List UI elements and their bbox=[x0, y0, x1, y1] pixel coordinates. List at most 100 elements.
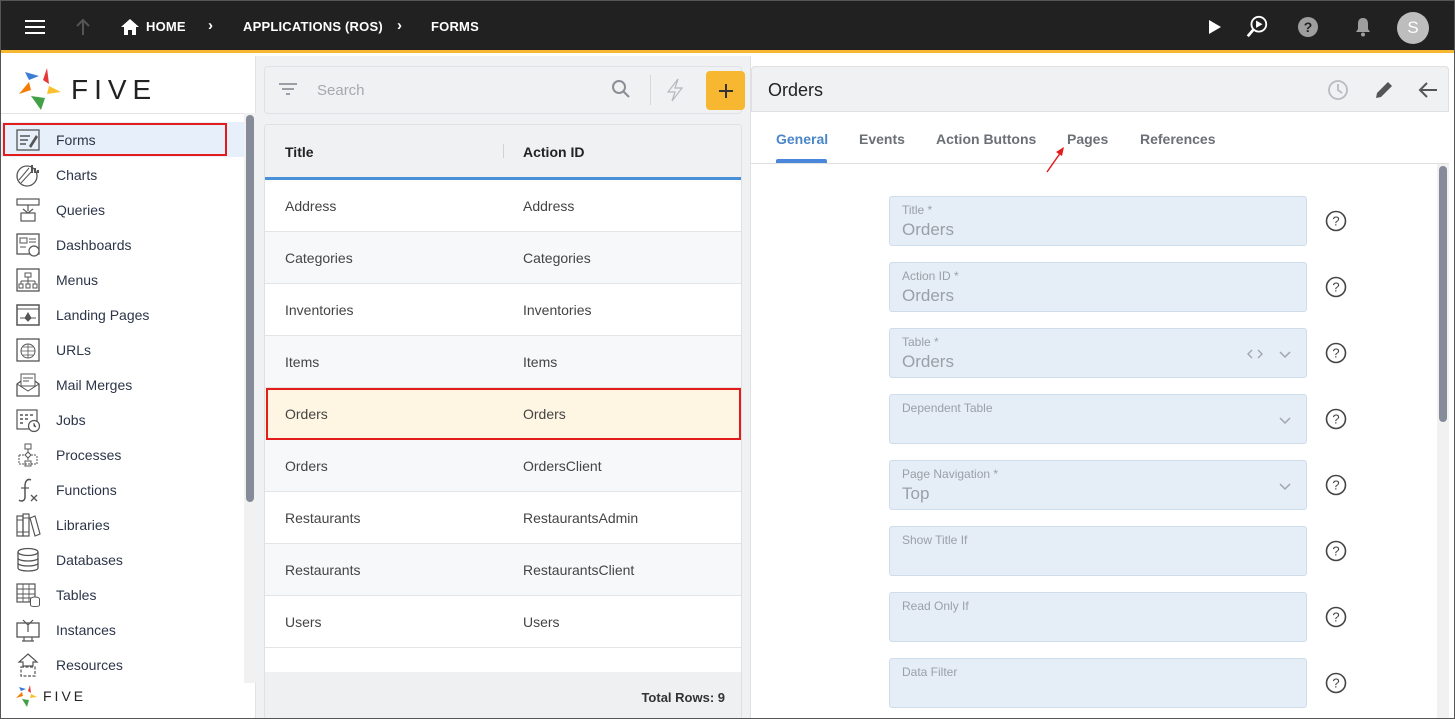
svg-text:?: ? bbox=[1332, 280, 1339, 295]
resources-icon bbox=[15, 652, 41, 678]
detail-title: Orders bbox=[768, 80, 824, 100]
table-row[interactable]: Address Address bbox=[265, 180, 741, 232]
breadcrumb-forms[interactable]: FORMS bbox=[431, 19, 479, 34]
back-arrow-icon[interactable] bbox=[1416, 78, 1440, 102]
sidebar-item-urls[interactable]: URLs bbox=[1, 332, 244, 367]
sidebar-item-mail-merges[interactable]: Mail Merges bbox=[1, 367, 244, 402]
sidebar-item-label: Queries bbox=[56, 202, 106, 218]
tab-references[interactable]: References bbox=[1140, 131, 1216, 147]
breadcrumb-home[interactable]: HOME bbox=[146, 19, 186, 34]
code-brackets-icon[interactable] bbox=[1246, 347, 1264, 361]
tab-pages[interactable]: Pages bbox=[1067, 131, 1108, 147]
user-avatar[interactable]: S bbox=[1397, 12, 1429, 44]
table-row[interactable]: Restaurants RestaurantsAdmin bbox=[265, 492, 741, 544]
scrollbar-thumb[interactable] bbox=[246, 115, 254, 502]
read-only-if-field[interactable]: Read Only If bbox=[889, 592, 1307, 642]
lightning-icon[interactable] bbox=[665, 78, 687, 104]
tab-general[interactable]: General bbox=[776, 131, 828, 147]
cell-title: Address bbox=[285, 198, 337, 214]
add-button[interactable] bbox=[706, 71, 745, 110]
data-filter-field[interactable]: Data Filter bbox=[889, 658, 1307, 708]
sidebar-item-label: Processes bbox=[56, 447, 122, 463]
sidebar-item-databases[interactable]: Databases bbox=[1, 542, 244, 577]
field-label: Show Title If bbox=[902, 533, 968, 547]
forms-icon bbox=[15, 127, 41, 153]
sidebar-item-queries[interactable]: Queries bbox=[1, 192, 244, 227]
chevron-down-icon[interactable] bbox=[1278, 413, 1292, 427]
help-icon[interactable]: ? bbox=[1325, 474, 1347, 496]
help-icon[interactable]: ? bbox=[1325, 672, 1347, 694]
help-icon[interactable]: ? bbox=[1325, 276, 1347, 298]
sidebar-item-tables[interactable]: Tables bbox=[1, 577, 244, 612]
search-icon[interactable] bbox=[611, 79, 633, 101]
scrollbar-thumb[interactable] bbox=[1439, 166, 1447, 422]
help-icon[interactable]: ? bbox=[1325, 408, 1347, 430]
sidebar-item-label: Landing Pages bbox=[56, 307, 150, 323]
page-navigation-field[interactable]: Page Navigation * Top bbox=[889, 460, 1307, 510]
svg-text:?: ? bbox=[1332, 610, 1339, 625]
field-label: Title * bbox=[902, 203, 933, 217]
field-value: Top bbox=[902, 484, 930, 503]
dependent-table-field[interactable]: Dependent Table bbox=[889, 394, 1307, 444]
tab-action-buttons[interactable]: Action Buttons bbox=[936, 131, 1036, 147]
edit-pencil-icon[interactable] bbox=[1372, 78, 1396, 102]
table-row[interactable]: Orders Orders bbox=[265, 388, 741, 440]
show-title-if-field[interactable]: Show Title If bbox=[889, 526, 1307, 576]
filter-icon[interactable] bbox=[279, 82, 299, 98]
sidebar-item-libraries[interactable]: Libraries bbox=[1, 507, 244, 542]
detail-scrollbar[interactable] bbox=[1437, 164, 1449, 718]
landing-pages-icon bbox=[15, 302, 41, 328]
play-icon[interactable] bbox=[1203, 15, 1227, 39]
action-id-field[interactable]: Action ID * Orders bbox=[889, 262, 1307, 312]
help-icon[interactable]: ? bbox=[1325, 342, 1347, 364]
sidebar-item-jobs[interactable]: Jobs bbox=[1, 402, 244, 437]
notifications-bell-icon[interactable] bbox=[1351, 15, 1375, 39]
search-input[interactable] bbox=[317, 80, 597, 100]
five-logo-small: FIVE bbox=[15, 683, 105, 709]
table-row[interactable]: Items Items bbox=[265, 336, 741, 388]
history-clock-icon[interactable] bbox=[1326, 78, 1350, 102]
sidebar-item-forms[interactable]: Forms bbox=[1, 122, 244, 157]
sidebar-item-dashboards[interactable]: Dashboards bbox=[1, 227, 244, 262]
tab-events[interactable]: Events bbox=[859, 131, 905, 147]
column-separator[interactable] bbox=[503, 144, 504, 158]
column-header-title[interactable]: Title bbox=[285, 144, 314, 160]
sidebar-item-landing-pages[interactable]: Landing Pages bbox=[1, 297, 244, 332]
help-icon[interactable]: ? bbox=[1325, 540, 1347, 562]
grid-header: Title Action ID bbox=[265, 125, 741, 180]
help-icon[interactable]: ? bbox=[1325, 606, 1347, 628]
table-row[interactable]: Restaurants RestaurantsClient bbox=[265, 544, 741, 596]
field-label: Read Only If bbox=[902, 599, 969, 613]
forms-grid: Title Action ID Address Address Categories… bbox=[264, 124, 742, 718]
sidebar-item-resources[interactable]: Resources bbox=[1, 647, 244, 682]
sidebar-item-charts[interactable]: Charts bbox=[1, 157, 244, 192]
table-row[interactable]: Users Users bbox=[265, 596, 741, 648]
svg-text:?: ? bbox=[1332, 544, 1339, 559]
help-icon[interactable]: ? bbox=[1325, 210, 1347, 232]
sidebar-scrollbar[interactable] bbox=[244, 113, 256, 683]
table-row[interactable]: Orders OrdersClient bbox=[265, 440, 741, 492]
sidebar-item-menus[interactable]: Menus bbox=[1, 262, 244, 297]
chevron-down-icon[interactable] bbox=[1278, 479, 1292, 493]
total-rows: Total Rows: 9 bbox=[641, 690, 725, 705]
table-field[interactable]: Table * Orders bbox=[889, 328, 1307, 378]
sidebar-item-label: Forms bbox=[56, 132, 96, 148]
table-row[interactable]: Categories Categories bbox=[265, 232, 741, 284]
sidebar-item-instances[interactable]: Instances bbox=[1, 612, 244, 647]
breadcrumb-applications[interactable]: APPLICATIONS (ROS) bbox=[243, 19, 383, 34]
help-icon[interactable]: ? bbox=[1296, 15, 1320, 39]
forms-list-panel: Title Action ID Address Address Categories… bbox=[256, 56, 750, 718]
table-row[interactable]: Inventories Inventories bbox=[265, 284, 741, 336]
home-icon[interactable] bbox=[118, 15, 142, 39]
chevron-down-icon[interactable] bbox=[1278, 347, 1292, 361]
sidebar-item-processes[interactable]: Processes bbox=[1, 437, 244, 472]
svg-text:?: ? bbox=[1332, 412, 1339, 427]
hamburger-menu-icon[interactable] bbox=[23, 15, 47, 39]
column-header-action-id[interactable]: Action ID bbox=[523, 144, 584, 160]
sidebar-item-functions[interactable]: Functions bbox=[1, 472, 244, 507]
arrow-up-icon[interactable] bbox=[71, 15, 95, 39]
cell-action-id: Orders bbox=[523, 406, 566, 422]
title-field[interactable]: Title * Orders bbox=[889, 196, 1307, 246]
top-bar: HOME › APPLICATIONS (ROS) › FORMS ? S bbox=[1, 1, 1454, 53]
search-play-icon[interactable] bbox=[1245, 15, 1269, 39]
